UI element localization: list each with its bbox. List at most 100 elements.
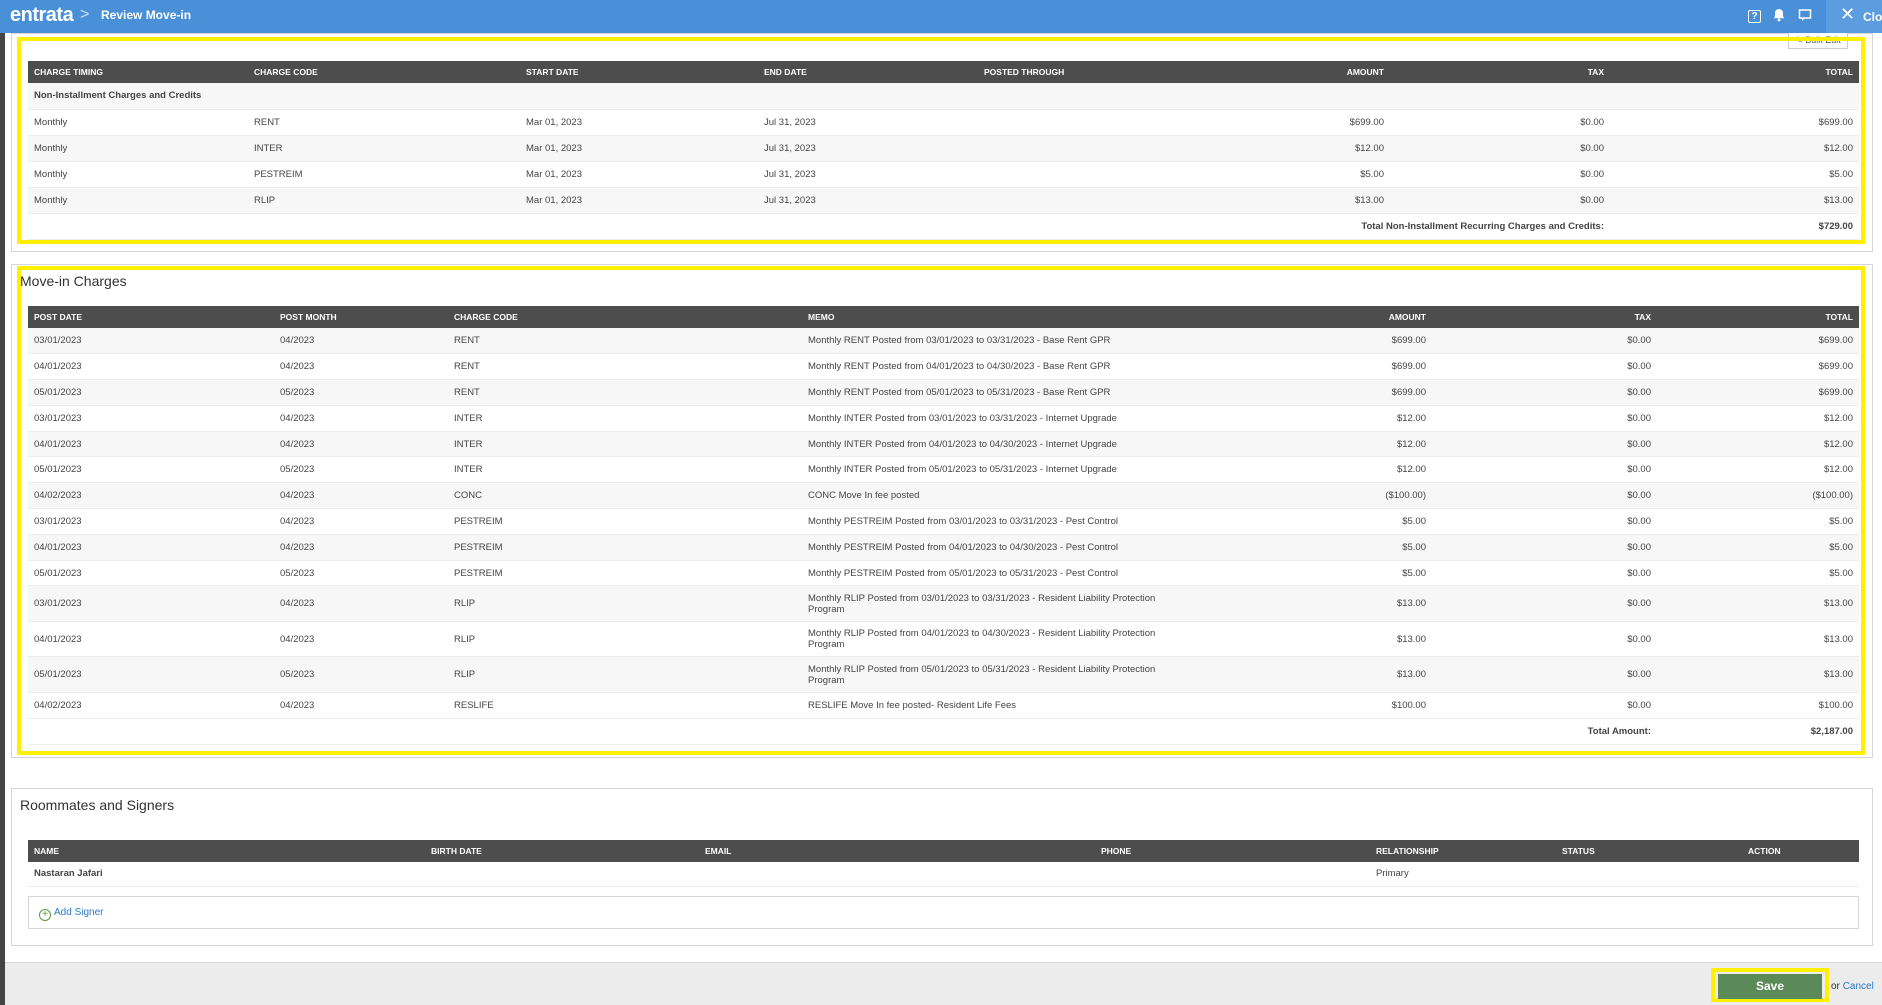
table-cell: Monthly PESTREIM Posted from 04/01/2023 … (802, 534, 1247, 561)
table-cell: Jul 31, 2023 (758, 187, 978, 214)
roommates-table: NAME BIRTH DATE EMAIL PHONE RELATIONSHIP… (28, 840, 1859, 887)
bulk-edit-button[interactable]: ✎ Bulk Edit (1788, 33, 1848, 49)
table-cell: RLIP (248, 187, 520, 214)
table-cell: PESTREIM (448, 508, 802, 535)
table-cell: Monthly INTER Posted from 04/01/2023 to … (802, 431, 1247, 458)
col-amount[interactable]: AMOUNT (1247, 306, 1432, 328)
table-cell: Mar 01, 2023 (520, 187, 758, 214)
table-cell: Jul 31, 2023 (758, 135, 978, 162)
add-signer-link[interactable]: + Add Signer (39, 907, 103, 921)
table-row: 04/01/2023 04/2023 RENT Monthly RENT Posted… (28, 353, 1859, 381)
table-cell: $0.00 (1432, 534, 1657, 561)
save-button[interactable]: Save (1718, 974, 1822, 999)
bulk-edit-label: Bulk Edit (1805, 35, 1841, 45)
col-post-month[interactable]: POST MONTH (274, 306, 448, 328)
roommates-title: Roommates and Signers (20, 797, 175, 813)
table-row: 04/01/2023 04/2023 RLIP Monthly RLIP Posted… (28, 621, 1859, 658)
col-post-date[interactable]: POST DATE (28, 306, 274, 328)
table-cell: $699.00 (1657, 353, 1859, 381)
table-cell: Primary (1370, 862, 1556, 887)
table-row: 03/01/2023 04/2023 INTER Monthly INTER Post… (28, 405, 1859, 432)
table-header-row: POST DATE POST MONTH CHARGE CODE MEMO AM… (28, 306, 1859, 328)
cancel-link[interactable]: Cancel (1843, 981, 1874, 992)
close-label: Clo (1863, 10, 1882, 24)
col-posted-through[interactable]: POSTED THROUGH (978, 61, 1128, 83)
table-cell: Nastaran Jafari (28, 862, 425, 887)
table-cell: 04/2023 (274, 482, 448, 510)
table-cell: $13.00 (1247, 656, 1432, 693)
table-cell: Monthly INTER Posted from 05/01/2023 to … (802, 456, 1247, 484)
col-email[interactable]: EMAIL (699, 840, 1095, 862)
table-cell: $0.00 (1390, 187, 1610, 214)
table-cell: $5.00 (1247, 560, 1432, 587)
table-cell: $13.00 (1247, 621, 1432, 658)
table-cell: $12.00 (1610, 135, 1859, 162)
table-cell: $5.00 (1610, 161, 1859, 188)
table-cell: $0.00 (1432, 456, 1657, 484)
col-action[interactable]: ACTION (1742, 840, 1859, 862)
table-cell: $13.00 (1657, 585, 1859, 622)
bell-icon[interactable] (1771, 8, 1787, 24)
table-cell: 04/2023 (274, 585, 448, 622)
total-label: Total Amount: (28, 718, 1657, 745)
table-cell (978, 161, 1128, 188)
col-total[interactable]: TOTAL (1657, 306, 1859, 328)
table-cell: CONC Move In fee posted (802, 482, 1247, 510)
col-name[interactable]: NAME (28, 840, 425, 862)
add-signer-row: + Add Signer (28, 896, 1859, 929)
table-row: Monthly PESTREIM Mar 01, 2023 Jul 31, 2023 $… (28, 161, 1859, 188)
table-cell: 04/2023 (274, 621, 448, 658)
table-cell: Monthly INTER Posted from 03/01/2023 to … (802, 405, 1247, 432)
col-amount[interactable]: AMOUNT (1128, 61, 1390, 83)
col-charge-code[interactable]: CHARGE CODE (248, 61, 520, 83)
table-row: Monthly INTER Mar 01, 2023 Jul 31, 2023 $12.… (28, 135, 1859, 162)
table-cell: $699.00 (1128, 109, 1390, 136)
table-cell: ($100.00) (1657, 482, 1859, 510)
table-cell: $12.00 (1657, 431, 1859, 458)
table-cell: 05/01/2023 (28, 656, 274, 693)
col-relationship[interactable]: RELATIONSHIP (1370, 840, 1556, 862)
table-cell: INTER (248, 135, 520, 162)
table-cell: 04/01/2023 (28, 353, 274, 381)
total-value: $729.00 (1610, 213, 1859, 240)
col-status[interactable]: STATUS (1556, 840, 1742, 862)
col-charge-code[interactable]: CHARGE CODE (448, 306, 802, 328)
help-icon[interactable]: ? (1748, 10, 1761, 23)
table-cell: 04/2023 (274, 328, 448, 355)
table-cell: $12.00 (1247, 456, 1432, 484)
table-cell: $5.00 (1657, 534, 1859, 561)
breadcrumb-separator: > (80, 6, 90, 23)
col-end-date[interactable]: END DATE (758, 61, 978, 83)
footer-bar (5, 962, 1882, 1005)
table-cell: PESTREIM (448, 560, 802, 587)
chat-icon[interactable] (1797, 8, 1813, 24)
table-header-row: NAME BIRTH DATE EMAIL PHONE RELATIONSHIP… (28, 840, 1859, 862)
table-cell: 05/01/2023 (28, 379, 274, 406)
table-cell: RENT (248, 109, 520, 136)
col-total[interactable]: TOTAL (1610, 61, 1859, 83)
table-cell: Jul 31, 2023 (758, 161, 978, 188)
col-birth-date[interactable]: BIRTH DATE (425, 840, 699, 862)
top-header-bar: entrata > Review Move-in ? ✕ Clo (0, 0, 1882, 33)
table-cell: 04/2023 (274, 692, 448, 719)
close-button[interactable]: ✕ Clo (1826, 0, 1882, 33)
col-memo[interactable]: MEMO (802, 306, 1247, 328)
table-cell: $699.00 (1247, 353, 1432, 381)
table-cell: Monthly RLIP Posted from 05/01/2023 to 0… (802, 656, 1247, 693)
table-cell: Jul 31, 2023 (758, 109, 978, 136)
table-cell: $5.00 (1128, 161, 1390, 188)
col-tax[interactable]: TAX (1390, 61, 1610, 83)
table-cell: $0.00 (1432, 560, 1657, 587)
col-phone[interactable]: PHONE (1095, 840, 1370, 862)
table-cell: $5.00 (1247, 534, 1432, 561)
entrata-logo[interactable]: entrata (10, 4, 74, 27)
or-cancel: or Cancel (1831, 981, 1874, 992)
table-row: 05/01/2023 05/2023 INTER Monthly INTER Post… (28, 456, 1859, 484)
col-tax[interactable]: TAX (1432, 306, 1657, 328)
col-charge-timing[interactable]: CHARGE TIMING (28, 61, 248, 83)
col-start-date[interactable]: START DATE (520, 61, 758, 83)
table-header-row: CHARGE TIMING CHARGE CODE START DATE END… (28, 61, 1859, 83)
move-in-charges-title: Move-in Charges (20, 273, 127, 289)
total-row: Total Amount: $2,187.00 (28, 718, 1859, 745)
recurring-charges-table: CHARGE TIMING CHARGE CODE START DATE END… (28, 61, 1859, 240)
